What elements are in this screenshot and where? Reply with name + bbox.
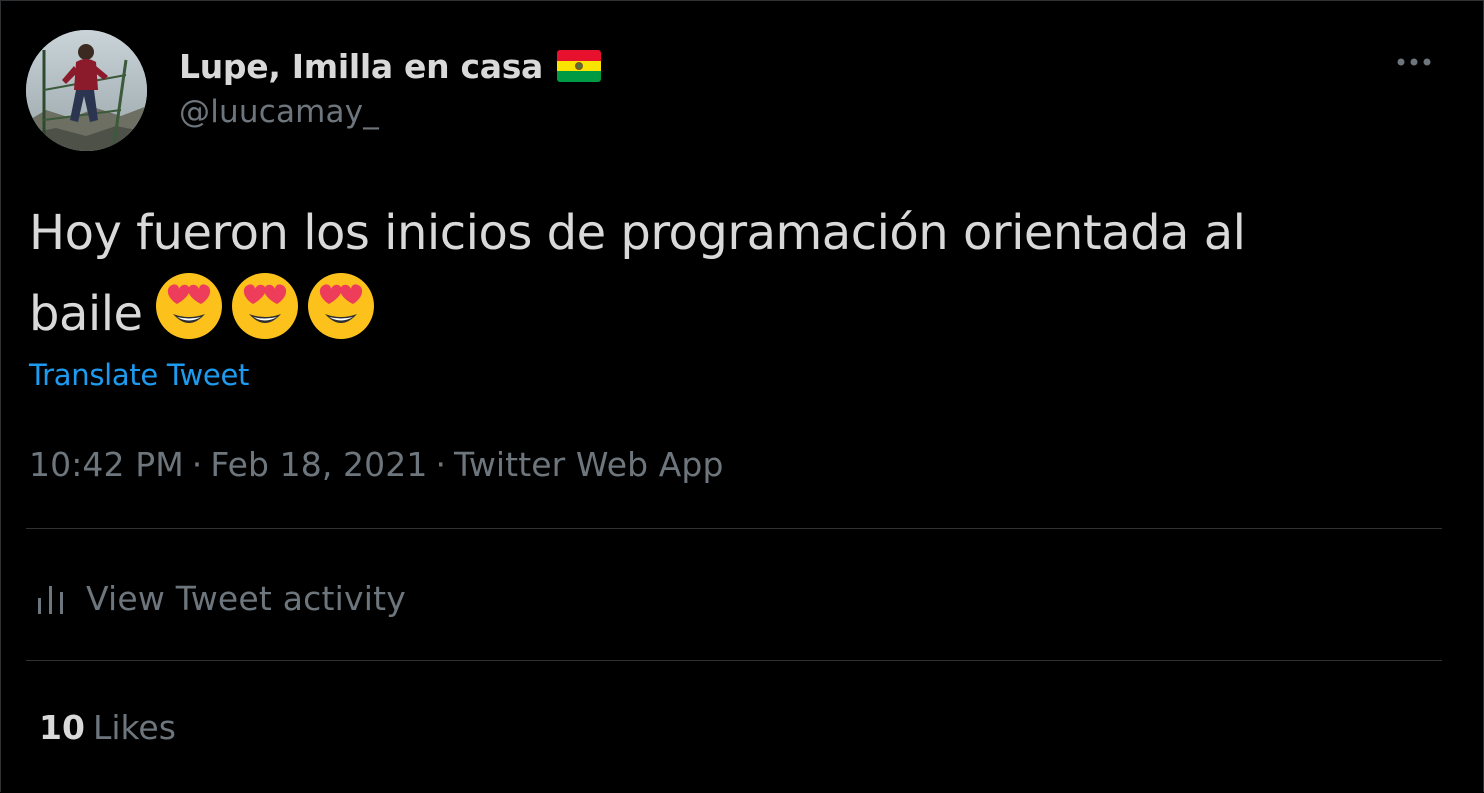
divider [26,660,1442,661]
tweet-date[interactable]: Feb 18, 2021 [210,445,427,484]
more-horizontal-icon [1397,58,1431,66]
author-handle[interactable]: @luucamay_ [179,94,379,130]
tweet-text-line-2: baile [29,270,1389,351]
tweet-meta: 10:42 PM · Feb 18, 2021 · Twitter Web App [29,445,724,484]
avatar[interactable] [26,30,147,151]
avatar-photo [26,30,147,151]
tweet-source[interactable]: Twitter Web App [454,445,724,484]
meta-separator: · [191,445,203,484]
smiling-face-with-heart-eyes-icon [155,273,222,339]
likes-link[interactable]: 10 Likes [39,708,176,747]
emoji-group [153,270,381,342]
smiling-face-with-heart-eyes-icon [231,273,298,339]
author-display-name[interactable]: Lupe, Imilla en casa [179,47,543,86]
likes-count: 10 [39,708,85,747]
bolivia-flag-icon [557,50,602,82]
bar-chart-icon [38,586,63,614]
author-name-row[interactable]: Lupe, Imilla en casa [179,44,602,88]
tweet-time[interactable]: 10:42 PM [29,445,184,484]
translate-tweet-link[interactable]: Translate Tweet [29,358,249,392]
meta-separator: · [435,445,447,484]
tweet-text-line-1: Hoy fueron los inicios de programación o… [29,205,1246,261]
divider [26,528,1442,529]
tweet-text: Hoy fueron los inicios de programación o… [29,196,1389,351]
view-tweet-activity-label: View Tweet activity [86,578,406,618]
smiling-face-with-heart-eyes-icon [307,273,374,339]
view-tweet-activity-button[interactable]: View Tweet activity [36,576,406,620]
more-options-button[interactable] [1394,46,1434,78]
likes-label: Likes [92,708,176,747]
tweet-text-line-2-words: baile [29,286,143,342]
